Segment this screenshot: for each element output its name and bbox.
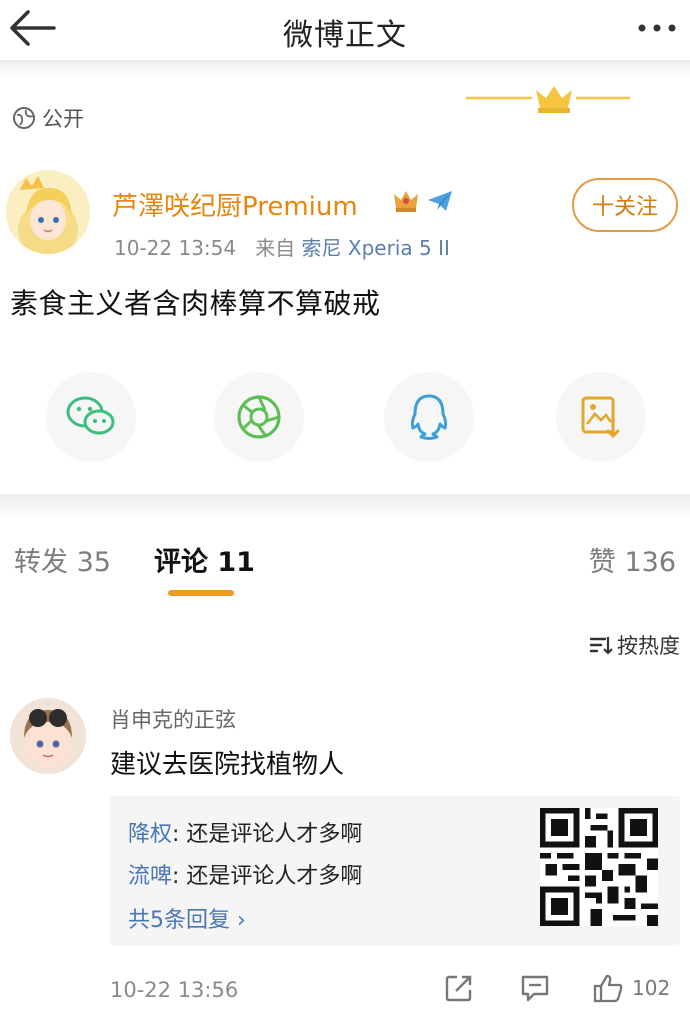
- more-dots-icon: [638, 24, 676, 32]
- follow-button[interactable]: 十关注: [572, 178, 678, 232]
- author-name[interactable]: 芦澤咲纪厨Premium: [112, 186, 358, 223]
- anime-avatar-icon: [6, 170, 90, 254]
- sort-button[interactable]: 按热度: [589, 630, 680, 660]
- post-source[interactable]: 索尼 Xperia 5 II: [302, 236, 450, 260]
- qq-icon: [410, 394, 448, 440]
- post-meta: 10-22 13:54 来自 索尼 Xperia 5 II: [114, 232, 450, 261]
- vip-crown-icon: [394, 191, 418, 212]
- more-button[interactable]: [632, 16, 682, 40]
- page-title: 微博正文: [283, 18, 407, 53]
- post-text: 素食主义者含肉棒算不算破戒: [10, 287, 381, 320]
- thumbs-up-icon: [593, 974, 623, 1003]
- moments-icon: [237, 395, 281, 439]
- comment-share-button[interactable]: [444, 972, 474, 1004]
- tab-repost[interactable]: 转发 35: [14, 540, 111, 579]
- visibility-label: 公开: [42, 107, 84, 131]
- reply-user[interactable]: 降权: [128, 822, 172, 847]
- share-qq-button[interactable]: [384, 372, 474, 462]
- comment-time: 10-22 13:56: [110, 978, 239, 1002]
- author-avatar[interactable]: [6, 170, 90, 254]
- more-replies-link[interactable]: 共5条回复 ›: [128, 902, 246, 934]
- crown-decoration-icon: [466, 86, 630, 113]
- tab-likes[interactable]: 赞 136: [589, 540, 676, 579]
- comment-like-button[interactable]: 102: [592, 972, 670, 1004]
- wechat-icon: [66, 396, 115, 435]
- anime-avatar-icon: [10, 698, 86, 774]
- comment-reply-button[interactable]: [520, 972, 550, 1004]
- save-image-icon: [581, 396, 620, 439]
- section-divider: [0, 494, 690, 516]
- tab-comments[interactable]: 评论 11: [154, 540, 255, 579]
- visibility-tag: 公开: [12, 104, 84, 132]
- share-wechat-button[interactable]: [46, 372, 136, 462]
- qr-code-icon: [540, 808, 658, 926]
- reply-text: : 还是评论人才多啊: [172, 822, 363, 847]
- commenter-avatar[interactable]: [10, 698, 86, 774]
- post-time: 10-22 13:54: [114, 236, 237, 260]
- reply-user[interactable]: 流啤: [128, 864, 172, 889]
- sort-icon: [589, 637, 613, 655]
- active-tab-indicator: [168, 590, 234, 596]
- comment-bubble-icon: [521, 975, 549, 1002]
- like-count: 102: [632, 976, 671, 1000]
- share-moments-button[interactable]: [214, 372, 304, 462]
- sort-label: 按热度: [617, 634, 680, 658]
- post-source-prefix: 来自: [255, 236, 296, 260]
- reply-item: 降权: 还是评论人才多啊: [128, 816, 362, 848]
- paper-plane-icon: [428, 191, 452, 211]
- header-divider: [0, 60, 690, 78]
- top-bar: 微博正文: [0, 0, 690, 60]
- share-row: [0, 372, 690, 462]
- comment-text: 建议去医院找植物人: [110, 750, 345, 780]
- reply-text: : 还是评论人才多啊: [172, 864, 363, 889]
- share-out-icon: [445, 975, 472, 1002]
- save-image-button[interactable]: [556, 372, 646, 462]
- reply-item: 流啤: 还是评论人才多啊: [128, 858, 362, 890]
- reply-box[interactable]: 降权: 还是评论人才多啊 流啤: 还是评论人才多啊 共5条回复 ›: [110, 796, 680, 946]
- commenter-name[interactable]: 肖申克的正弦: [110, 704, 236, 734]
- globe-icon: [13, 107, 35, 129]
